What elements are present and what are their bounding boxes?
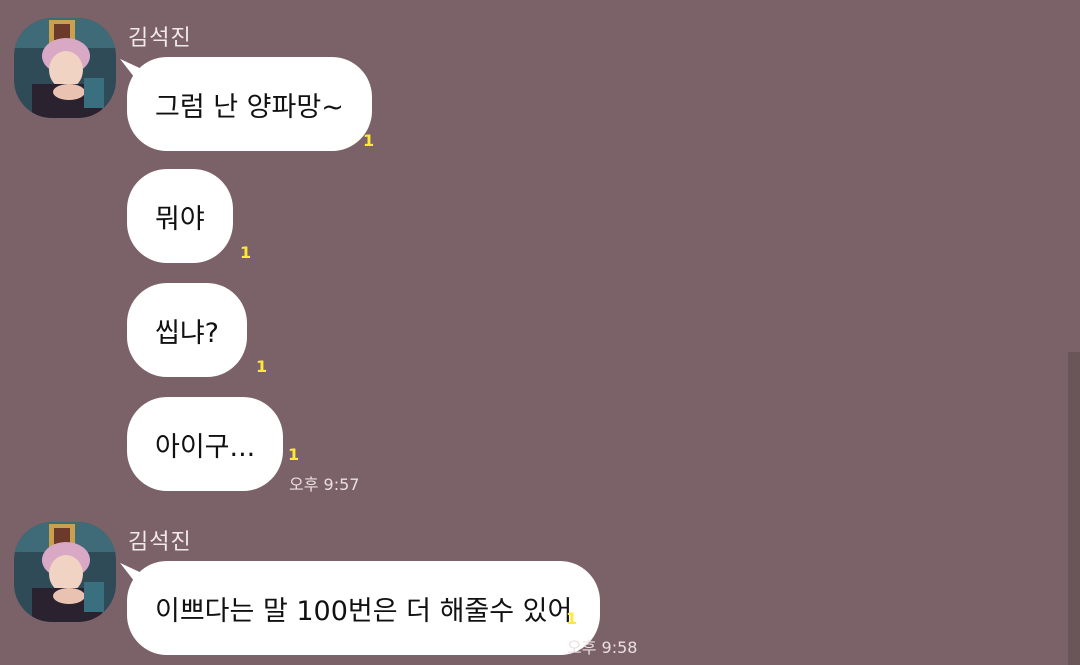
- message-bubble[interactable]: 아이구...: [127, 397, 284, 491]
- chat-area: 김석진 그럼 난 양파망~ 1 뭐야 1 씹냐? 1 아이구... 1 오후 9…: [0, 0, 1080, 665]
- avatar[interactable]: [14, 522, 116, 622]
- message-bubble[interactable]: 그럼 난 양파망~: [127, 57, 372, 151]
- unread-count: 1: [566, 609, 578, 628]
- message-bubble[interactable]: 이쁘다는 말 100번은 더 해줄수 있어: [127, 561, 601, 655]
- unread-count: 1: [363, 131, 375, 150]
- message-time: 오후 9:57: [289, 475, 360, 494]
- unread-count: 1: [240, 243, 252, 262]
- message-time: 오후 9:58: [567, 638, 638, 657]
- sender-name: 김석진: [128, 530, 192, 555]
- message-bubble[interactable]: 씹냐?: [127, 283, 248, 377]
- message-bubble[interactable]: 뭐야: [127, 169, 233, 263]
- avatar[interactable]: [14, 18, 116, 118]
- scrollbar[interactable]: [1068, 352, 1080, 665]
- sender-name: 김석진: [128, 26, 192, 51]
- unread-count: 1: [256, 357, 268, 376]
- message-text: 씹냐?: [155, 317, 220, 349]
- message-text: 이쁘다는 말 100번은 더 해줄수 있어: [155, 595, 573, 627]
- message-text: 아이구...: [155, 431, 256, 463]
- message-text: 그럼 난 양파망~: [155, 91, 344, 123]
- unread-count: 1: [288, 445, 300, 464]
- message-text: 뭐야: [155, 203, 205, 235]
